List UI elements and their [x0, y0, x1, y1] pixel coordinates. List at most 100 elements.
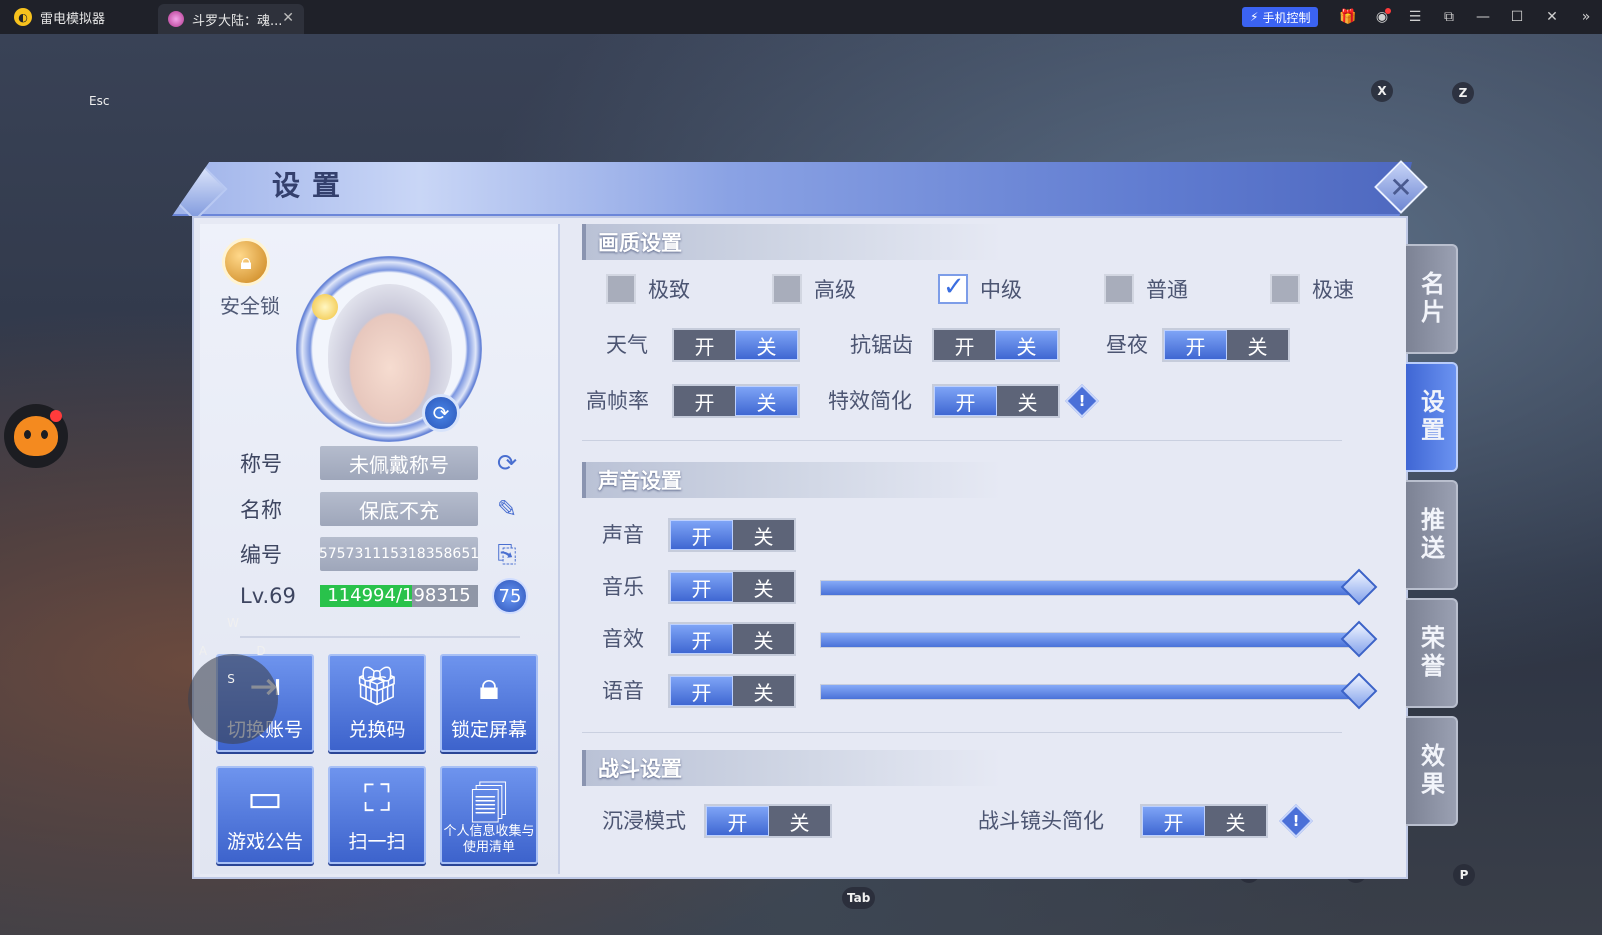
- toggle-on[interactable]: 开: [706, 806, 769, 836]
- sound-toggle[interactable]: 开 关: [668, 518, 796, 552]
- toggle-off[interactable]: 关: [733, 520, 794, 550]
- sfx-toggle[interactable]: 开 关: [668, 622, 796, 656]
- antialias-label: 抗锯齿: [850, 333, 913, 357]
- lock-screen-button[interactable]: 🔒︎ 锁定屏幕: [440, 654, 538, 752]
- camera-simplify-toggle[interactable]: 开 关: [1140, 804, 1268, 838]
- phone-control-button[interactable]: ⚡ 手机控制: [1242, 7, 1319, 27]
- scan-icon: ⛶: [363, 776, 391, 820]
- music-volume-slider[interactable]: [820, 568, 1378, 606]
- game-tab[interactable]: 斗罗大陆：魂... ✕: [158, 4, 304, 34]
- toggle-on[interactable]: 开: [674, 386, 735, 416]
- checkbox-checked: [938, 272, 968, 304]
- refresh-title-icon[interactable]: ⟳: [492, 448, 522, 478]
- settings-title-bar: 设置: [172, 162, 1412, 216]
- toggle-off[interactable]: 关: [1205, 806, 1266, 836]
- sound-header: 声音设置: [598, 468, 682, 493]
- toggle-off[interactable]: 关: [995, 330, 1058, 360]
- toggle-off[interactable]: 关: [997, 386, 1058, 416]
- toggle-on[interactable]: 开: [1164, 330, 1227, 360]
- gift-icon: 🎁︎: [352, 664, 402, 708]
- user-icon[interactable]: ◉: [1370, 5, 1394, 29]
- home-tab[interactable]: ◐ 雷电模拟器: [0, 0, 158, 34]
- daynight-toggle[interactable]: 开 关: [1162, 328, 1290, 362]
- weather-toggle[interactable]: 开 关: [672, 328, 800, 362]
- gift-icon[interactable]: 🎁: [1336, 5, 1360, 29]
- name-row: 名称 保底不充 ✎: [240, 492, 540, 526]
- toggle-on[interactable]: 开: [670, 624, 733, 654]
- highfps-toggle[interactable]: 开 关: [672, 384, 800, 418]
- tab-close-icon[interactable]: ✕: [282, 10, 294, 26]
- settings-content: 画质设置 极致 高级 中级 普通 极速 天气: [582, 224, 1382, 874]
- toggle-off[interactable]: 关: [735, 386, 798, 416]
- tab-settings[interactable]: 设置: [1406, 362, 1458, 472]
- effects-simplify-toggle[interactable]: 开 关: [932, 384, 1060, 418]
- toggle-on[interactable]: 开: [934, 386, 997, 416]
- change-avatar-button[interactable]: ⟳: [422, 394, 460, 432]
- camera-info-icon[interactable]: !: [1282, 807, 1310, 835]
- quality-label: 中级: [980, 278, 1022, 302]
- battle-section-header: 战斗设置: [582, 750, 1002, 786]
- slider-knob[interactable]: [1340, 672, 1378, 710]
- lock-icon: 🔒︎: [478, 664, 500, 708]
- sync-icon[interactable]: ⧉: [1437, 5, 1461, 29]
- tab-business-card[interactable]: 名片: [1406, 244, 1458, 354]
- slider-knob[interactable]: [1340, 568, 1378, 606]
- profile-divider: [240, 636, 520, 638]
- assistant-pumpkin-button[interactable]: [4, 404, 68, 468]
- slider-knob[interactable]: [1340, 620, 1378, 658]
- maximize-icon[interactable]: ☐: [1505, 5, 1529, 29]
- antialias-toggle[interactable]: 开 关: [932, 328, 1060, 362]
- quality-option-ultra[interactable]: 极致: [606, 274, 690, 304]
- toggle-off[interactable]: 关: [733, 624, 794, 654]
- quality-option-fast[interactable]: 极速: [1270, 274, 1354, 304]
- quality-option-high[interactable]: 高级: [772, 274, 856, 304]
- tab-effects[interactable]: 效果: [1406, 716, 1458, 826]
- tab-honor[interactable]: 荣誉: [1406, 598, 1458, 708]
- effects-info-icon[interactable]: !: [1068, 387, 1096, 415]
- personal-info-list-button[interactable]: 🗐 个人信息收集与使用清单: [440, 766, 538, 864]
- expand-icon[interactable]: »: [1574, 5, 1598, 29]
- voice-volume-slider[interactable]: [820, 672, 1378, 710]
- sfx-volume-slider[interactable]: [820, 620, 1378, 658]
- camera-simplify-label: 战斗镜头简化: [978, 809, 1104, 833]
- checkbox: [772, 274, 802, 304]
- game-notice-button[interactable]: ▭ 游戏公告: [216, 766, 314, 864]
- voice-toggle[interactable]: 开 关: [668, 674, 796, 708]
- slider-fill: [821, 685, 1359, 699]
- toggle-off[interactable]: 关: [1227, 330, 1288, 360]
- toggle-off[interactable]: 关: [769, 806, 830, 836]
- music-toggle[interactable]: 开 关: [668, 570, 796, 604]
- quality-option-normal[interactable]: 普通: [1104, 274, 1188, 304]
- quality-option-medium[interactable]: 中级: [938, 272, 1022, 304]
- redeem-code-button[interactable]: 🎁︎ 兑换码: [328, 654, 426, 752]
- keyhint-z: Z: [1452, 82, 1474, 104]
- level-row: Lv.69 114994/198315 75: [240, 578, 540, 614]
- quality-label: 普通: [1146, 278, 1188, 302]
- graphics-header: 画质设置: [598, 230, 682, 255]
- security-lock-button[interactable]: 🔒︎: [222, 238, 270, 286]
- toggle-on[interactable]: 开: [670, 676, 733, 706]
- menu-icon[interactable]: ☰: [1403, 5, 1427, 29]
- toggle-off[interactable]: 关: [735, 330, 798, 360]
- edit-name-icon[interactable]: ✎: [492, 494, 522, 524]
- exp-text: 114994/198315: [327, 585, 471, 606]
- immersive-label: 沉浸模式: [602, 809, 686, 833]
- title-row: 称号 未佩戴称号 ⟳: [240, 446, 540, 480]
- notice-icon: ▭: [247, 776, 283, 820]
- scan-button[interactable]: ⛶ 扫一扫: [328, 766, 426, 864]
- level-label: Lv.69: [240, 584, 296, 608]
- toggle-on[interactable]: 开: [670, 520, 733, 550]
- minimize-icon[interactable]: —: [1471, 5, 1495, 29]
- close-settings-button[interactable]: ✕: [1374, 160, 1428, 214]
- immersive-toggle[interactable]: 开 关: [704, 804, 832, 838]
- tile-label: 个人信息收集与使用清单: [443, 824, 535, 855]
- copy-id-icon[interactable]: ⎘: [492, 539, 522, 569]
- toggle-off[interactable]: 关: [733, 676, 794, 706]
- close-icon[interactable]: ✕: [1540, 5, 1564, 29]
- toggle-on[interactable]: 开: [934, 330, 995, 360]
- toggle-off[interactable]: 关: [733, 572, 794, 602]
- tab-push[interactable]: 推送: [1406, 480, 1458, 590]
- toggle-on[interactable]: 开: [670, 572, 733, 602]
- toggle-on[interactable]: 开: [1142, 806, 1205, 836]
- toggle-on[interactable]: 开: [674, 330, 735, 360]
